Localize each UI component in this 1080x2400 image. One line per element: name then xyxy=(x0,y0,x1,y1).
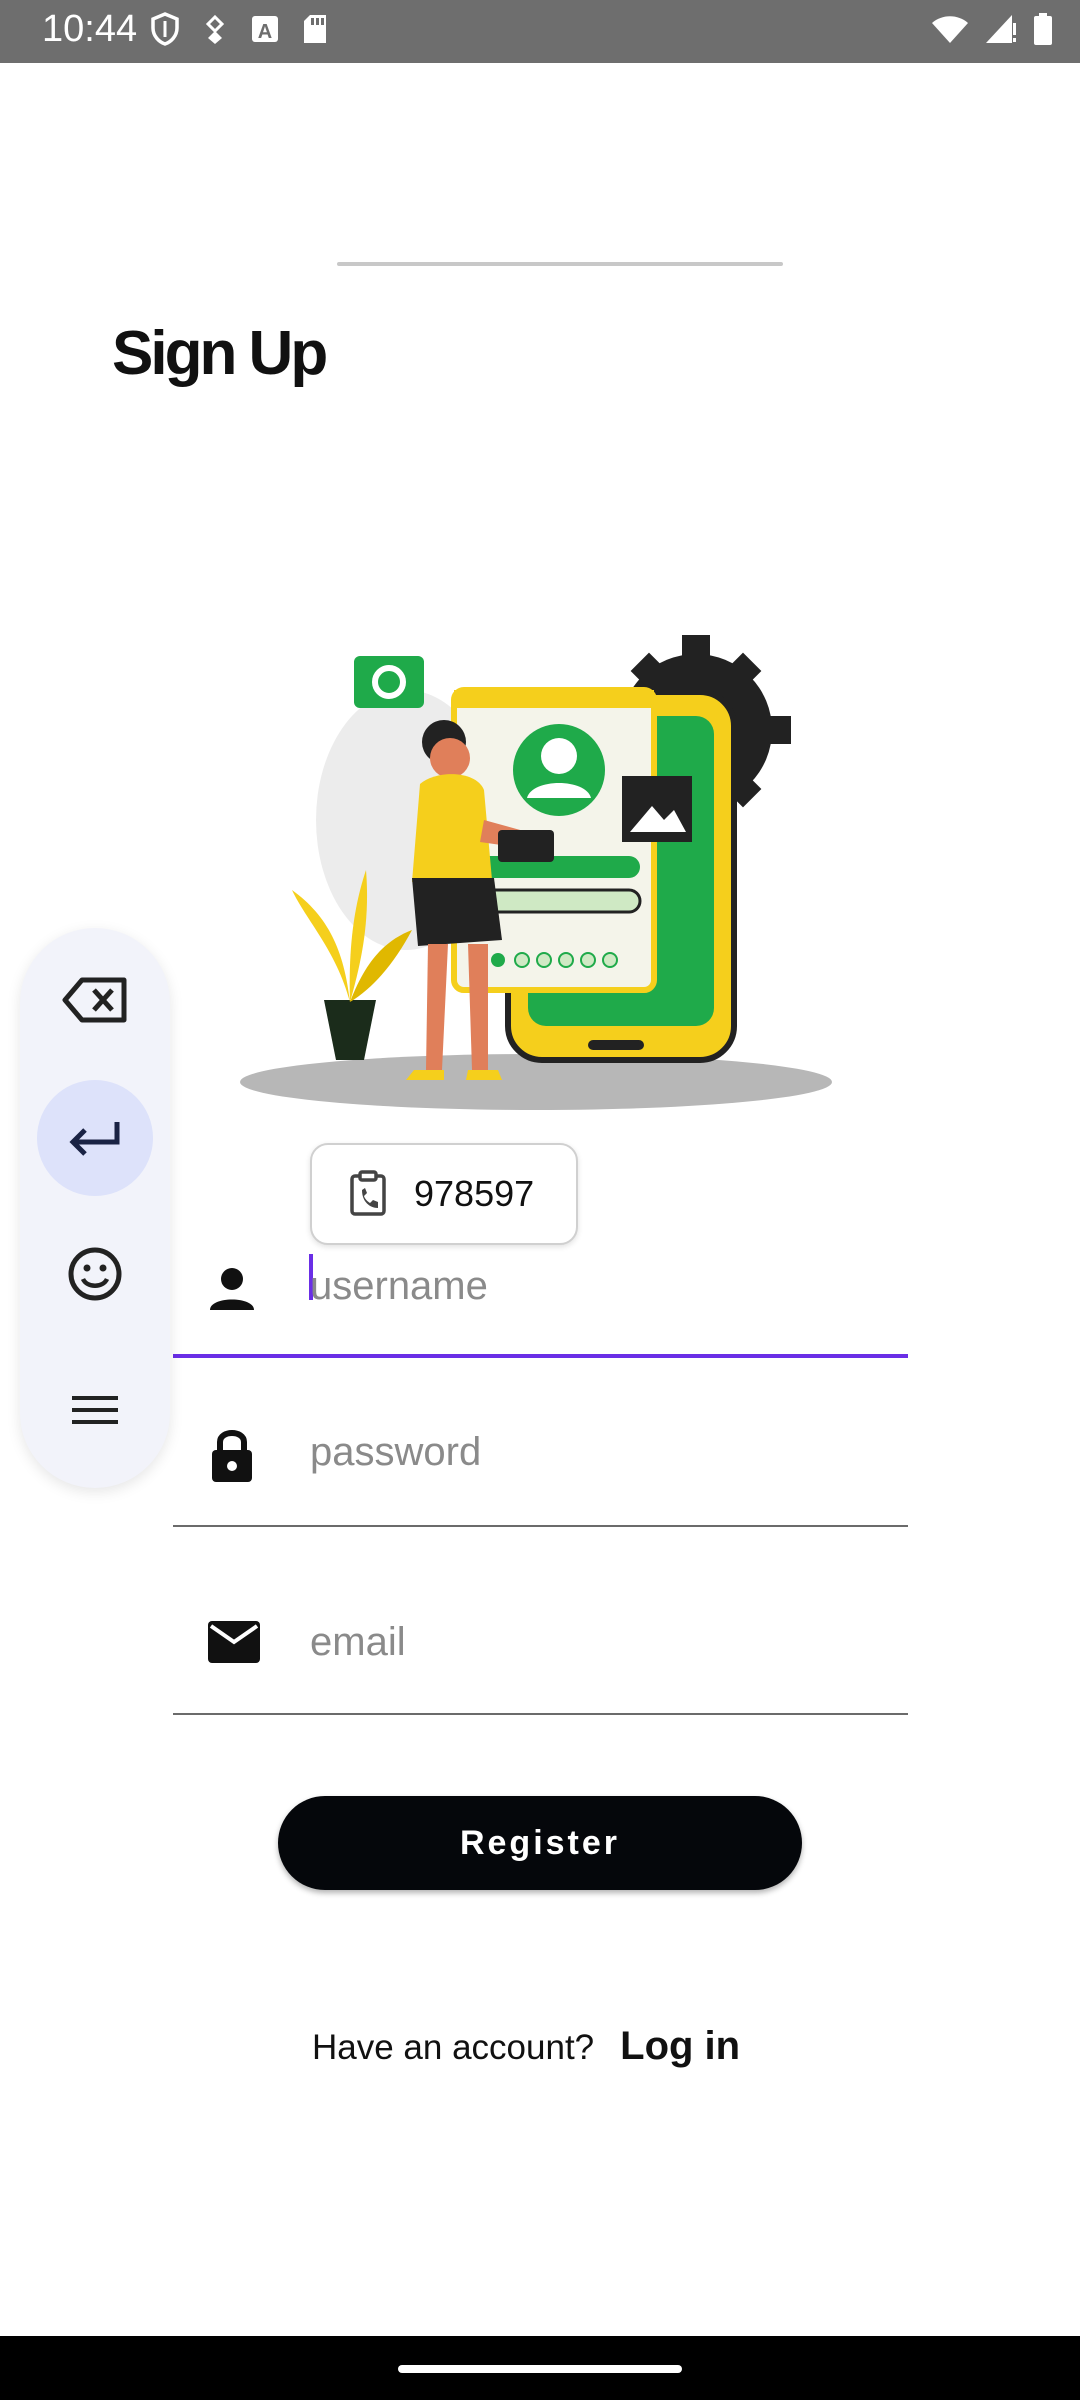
person-icon xyxy=(207,1264,257,1314)
email-underline xyxy=(173,1713,908,1715)
email-input[interactable]: email xyxy=(310,1620,406,1665)
emoji-button[interactable] xyxy=(37,1216,153,1332)
page-title: Sign Up xyxy=(112,319,328,388)
username-underline xyxy=(173,1354,908,1358)
emoji-icon xyxy=(67,1246,123,1302)
password-underline xyxy=(173,1525,908,1527)
enter-icon xyxy=(67,1118,123,1158)
battery-icon xyxy=(1032,12,1054,46)
menu-button[interactable] xyxy=(37,1352,153,1468)
username-field[interactable]: username xyxy=(173,1248,908,1358)
signup-illustration xyxy=(240,635,832,1110)
lock-icon xyxy=(207,1426,257,1484)
status-bar: 10:44 A xyxy=(0,0,1080,63)
signal-icon xyxy=(984,13,1018,45)
clipboard-phone-icon xyxy=(348,1170,392,1218)
register-button[interactable]: Register xyxy=(278,1796,802,1890)
clipboard-suggestion-text: 978597 xyxy=(414,1173,535,1214)
login-prompt-row: Have an account? Log in xyxy=(312,2024,740,2069)
login-link[interactable]: Log in xyxy=(620,2024,740,2069)
backspace-icon xyxy=(62,976,128,1024)
wifi-icon xyxy=(930,13,970,45)
clipboard-suggestion-chip[interactable]: 978597 xyxy=(310,1143,578,1245)
have-account-text: Have an account? xyxy=(312,2028,595,2067)
sheet-handle-divider xyxy=(337,262,783,266)
menu-icon xyxy=(70,1392,120,1428)
status-icons-right xyxy=(930,12,1054,46)
email-field[interactable]: email xyxy=(173,1600,908,1716)
backspace-button[interactable] xyxy=(37,942,153,1058)
status-time: 10:44 xyxy=(42,8,138,50)
shield-icon xyxy=(150,12,180,46)
svg-text:A: A xyxy=(258,21,272,43)
status-icons-left: A xyxy=(150,12,328,46)
keyboard-floating-toolbar xyxy=(20,928,170,1488)
a-badge-icon: A xyxy=(250,14,280,44)
home-gesture-handle[interactable] xyxy=(398,2365,682,2373)
mail-icon xyxy=(207,1620,261,1664)
sd-card-icon xyxy=(302,13,328,45)
password-field[interactable]: password xyxy=(173,1410,908,1528)
usb-debug-icon xyxy=(202,13,228,45)
password-input[interactable]: password xyxy=(310,1430,481,1475)
enter-button[interactable] xyxy=(37,1080,153,1196)
username-input[interactable]: username xyxy=(310,1264,488,1309)
